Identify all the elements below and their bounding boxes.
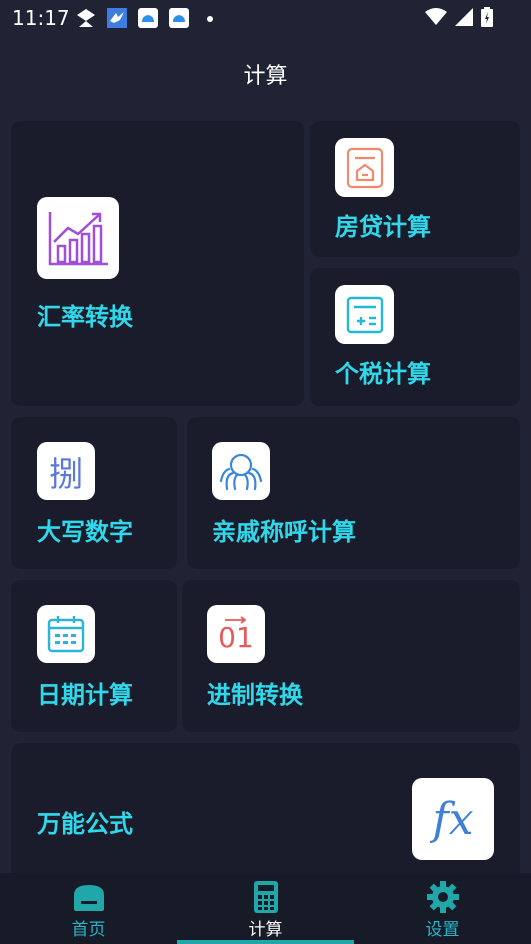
binary-icon: 01 — [207, 605, 265, 663]
formula-card[interactable]: 万能公式 fx — [11, 743, 520, 878]
family-icon — [212, 442, 270, 500]
exchange-rate-label: 汇率转换 — [37, 303, 133, 331]
gear-icon — [426, 881, 459, 913]
status-bar: 11:17 — [0, 0, 531, 36]
app-notification-icon — [77, 9, 95, 27]
mortgage-label: 房贷计算 — [335, 213, 431, 241]
bottom-navigation: 首页 计算 设置 — [0, 873, 531, 944]
signal-icon — [455, 8, 473, 26]
uppercase-icon-text: 捌 — [49, 454, 83, 495]
formula-fx-icon: fx — [412, 778, 494, 860]
formula-icon-text: fx — [432, 793, 474, 845]
notification-icons — [75, 7, 221, 29]
nav-settings-label: 设置 — [425, 920, 460, 940]
chart-icon — [37, 197, 119, 279]
exchange-rate-card[interactable]: 汇率转换 — [11, 121, 304, 406]
nav-calculate[interactable]: 计算 — [177, 873, 354, 944]
date-card[interactable]: 日期计算 — [11, 580, 177, 732]
date-label: 日期计算 — [37, 681, 133, 709]
wifi-icon — [425, 8, 447, 25]
uppercase-character-icon: 捌 — [37, 442, 95, 500]
calculator-icon — [253, 881, 278, 913]
uppercase-number-card[interactable]: 捌 大写数字 — [11, 417, 177, 569]
house-document-icon — [335, 138, 394, 197]
page-title: 计算 — [243, 64, 288, 89]
bird-notification-icon — [107, 8, 127, 28]
mortgage-card[interactable]: 房贷计算 — [310, 121, 520, 257]
cloud-notification-icon — [138, 8, 158, 28]
formula-label: 万能公式 — [37, 810, 133, 838]
nav-active-indicator — [177, 940, 354, 944]
nav-calculate-label: 计算 — [248, 920, 283, 940]
nav-settings[interactable]: 设置 — [354, 873, 531, 944]
nav-home-label: 首页 — [71, 920, 106, 940]
uppercase-number-label: 大写数字 — [37, 518, 133, 546]
cloud-notification-icon-2 — [169, 8, 189, 28]
base-conversion-label: 进制转换 — [207, 681, 303, 709]
more-notifications-dot-icon — [207, 16, 213, 22]
calculator-icon — [335, 285, 394, 344]
battery-icon — [481, 7, 493, 27]
base-conversion-card[interactable]: 01 进制转换 — [182, 580, 520, 732]
nav-home[interactable]: 首页 — [0, 873, 177, 944]
calendar-icon — [37, 605, 95, 663]
system-status-icons — [425, 7, 493, 27]
home-icon — [73, 885, 104, 911]
status-time: 11:17 — [12, 6, 70, 30]
binary-icon-text: 01 — [218, 621, 254, 654]
relatives-card[interactable]: 亲戚称呼计算 — [187, 417, 520, 569]
income-tax-card[interactable]: 个税计算 — [310, 268, 520, 406]
income-tax-label: 个税计算 — [335, 360, 431, 388]
relatives-label: 亲戚称呼计算 — [212, 518, 356, 546]
